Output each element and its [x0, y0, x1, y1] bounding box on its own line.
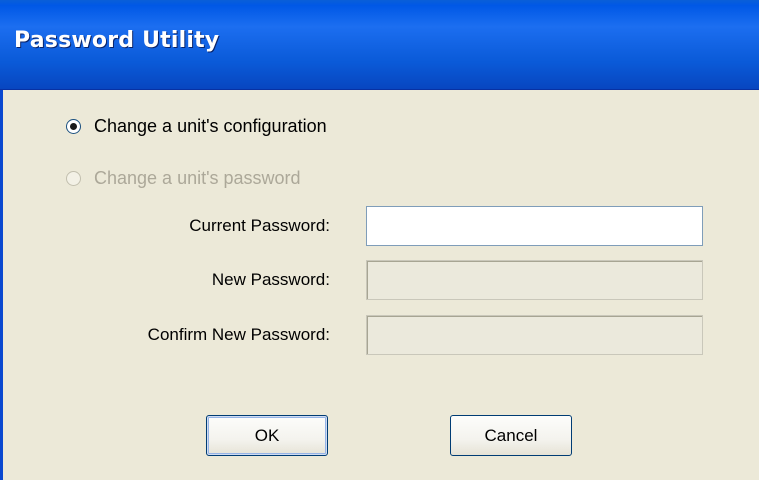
new-password-label: New Password:: [211, 270, 330, 289]
current-password-label: Current Password:: [189, 216, 330, 235]
window-border: [0, 90, 3, 480]
cancel-button[interactable]: Cancel: [450, 415, 572, 456]
ok-button[interactable]: OK: [206, 415, 328, 456]
new-password-input: [366, 260, 703, 300]
current-password-input[interactable]: [366, 206, 703, 246]
title-bar[interactable]: Password Utility: [0, 0, 759, 90]
radio-button-disabled: [66, 170, 81, 186]
radio-label-configuration: Change a unit's configuration: [94, 115, 327, 136]
confirm-password-input: [366, 315, 703, 355]
radio-button-checked[interactable]: [66, 118, 81, 134]
radio-label-password: Change a unit's password: [94, 167, 301, 188]
radio-change-configuration[interactable]: Change a unit's configuration: [66, 114, 327, 138]
confirm-password-label: Confirm New Password:: [147, 325, 330, 344]
window-title: Password Utility: [14, 28, 220, 53]
radio-change-password: Change a unit's password: [66, 166, 301, 190]
